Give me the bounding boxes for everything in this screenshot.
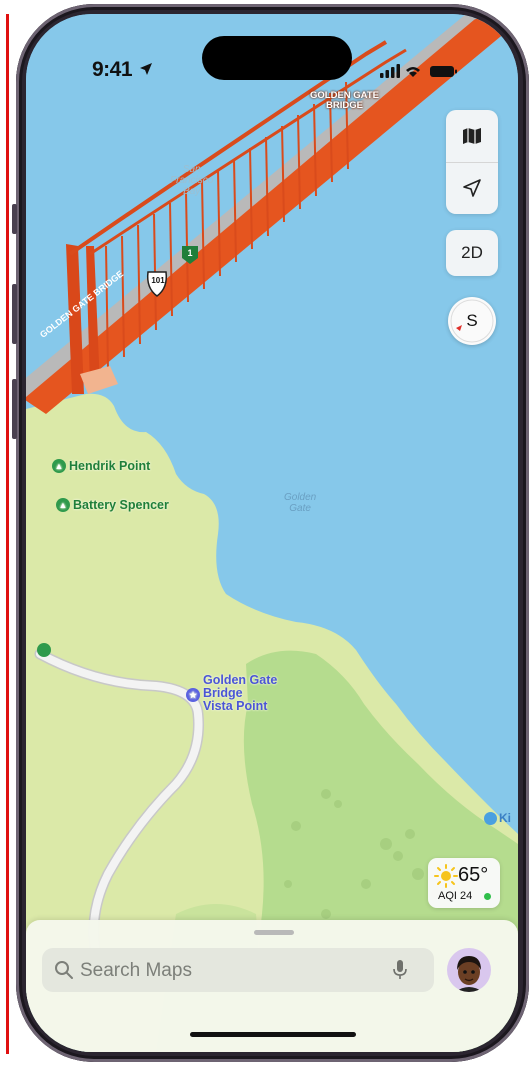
volume-down-button <box>12 379 17 439</box>
clock: 9:41 <box>92 58 133 81</box>
poi-battery-spencer[interactable]: ▲ Battery Spencer <box>56 498 169 512</box>
microphone-icon[interactable] <box>392 959 408 981</box>
avatar[interactable] <box>447 948 491 992</box>
park-icon: ▲ <box>52 459 66 473</box>
map-icon <box>463 128 481 144</box>
compass-button[interactable]: S <box>448 297 496 345</box>
home-indicator[interactable] <box>190 1032 356 1037</box>
bay-label: San Francisco Bay <box>170 164 213 197</box>
status-icons <box>380 62 490 80</box>
search-bar[interactable]: Search Maps <box>42 948 434 992</box>
bottom-sheet[interactable]: Search Maps <box>26 920 518 1052</box>
red-border-line <box>6 14 9 1054</box>
sun-icon <box>434 864 458 888</box>
park-icon: ▲ <box>56 498 70 512</box>
tracking-button[interactable] <box>446 162 498 214</box>
bridge-label-line2: BRIDGE <box>326 100 363 111</box>
poi-edge-label: Ki <box>499 811 511 825</box>
water-label-line1: Golden <box>284 492 317 503</box>
dimension-toggle-button[interactable]: 2D <box>446 230 498 276</box>
sheet-grabber[interactable] <box>254 930 294 935</box>
poi-hendrik-point[interactable]: ▲ Hendrik Point <box>52 459 150 473</box>
search-icon <box>55 961 73 979</box>
bay-label-line1: San <box>182 164 201 175</box>
volume-up-button <box>12 284 17 344</box>
bay-label-line2: Francisco <box>170 175 214 186</box>
poi-edge[interactable]: Ki <box>484 811 511 825</box>
cellular-signal-icon <box>380 64 400 78</box>
search-input[interactable]: Search Maps <box>80 960 192 982</box>
poi-edge-icon <box>484 811 497 825</box>
aqi-status-dot <box>484 893 491 900</box>
map-controls <box>446 110 498 214</box>
location-arrow-icon <box>463 179 481 197</box>
action-button <box>12 204 17 234</box>
compass-heading: S <box>466 311 478 330</box>
us-101-shield: 101 <box>151 276 165 285</box>
vista-label-line3: Vista Point <box>203 699 268 713</box>
temperature: 65° <box>458 864 489 886</box>
map-mode-button[interactable] <box>446 110 498 162</box>
dynamic-island <box>202 36 352 80</box>
bridge-label[interactable]: GOLDEN GATE BRIDGE <box>310 91 379 111</box>
bay-label-line3: Bay <box>183 186 201 197</box>
battery-icon <box>430 66 457 77</box>
poi-label: Battery Spencer <box>73 498 169 512</box>
ca-1-shield: 1 <box>187 248 193 258</box>
star-icon: ★ <box>186 688 200 702</box>
weather-widget[interactable]: 65° AQI 24 <box>428 858 500 908</box>
water-label-line2: Gate <box>289 503 311 514</box>
wifi-icon <box>406 67 420 77</box>
location-arrow-icon <box>140 63 153 75</box>
memoji-avatar-icon <box>455 956 483 992</box>
status-time: 9:41 <box>92 58 153 82</box>
aqi-value: AQI 24 <box>438 890 473 902</box>
poi-label: Hendrik Point <box>69 459 151 473</box>
golden-gate-water-label: Golden Gate <box>284 492 316 514</box>
screen: GOLDEN GATE BRIDGE San Francisco Bay Gol… <box>26 14 518 1052</box>
